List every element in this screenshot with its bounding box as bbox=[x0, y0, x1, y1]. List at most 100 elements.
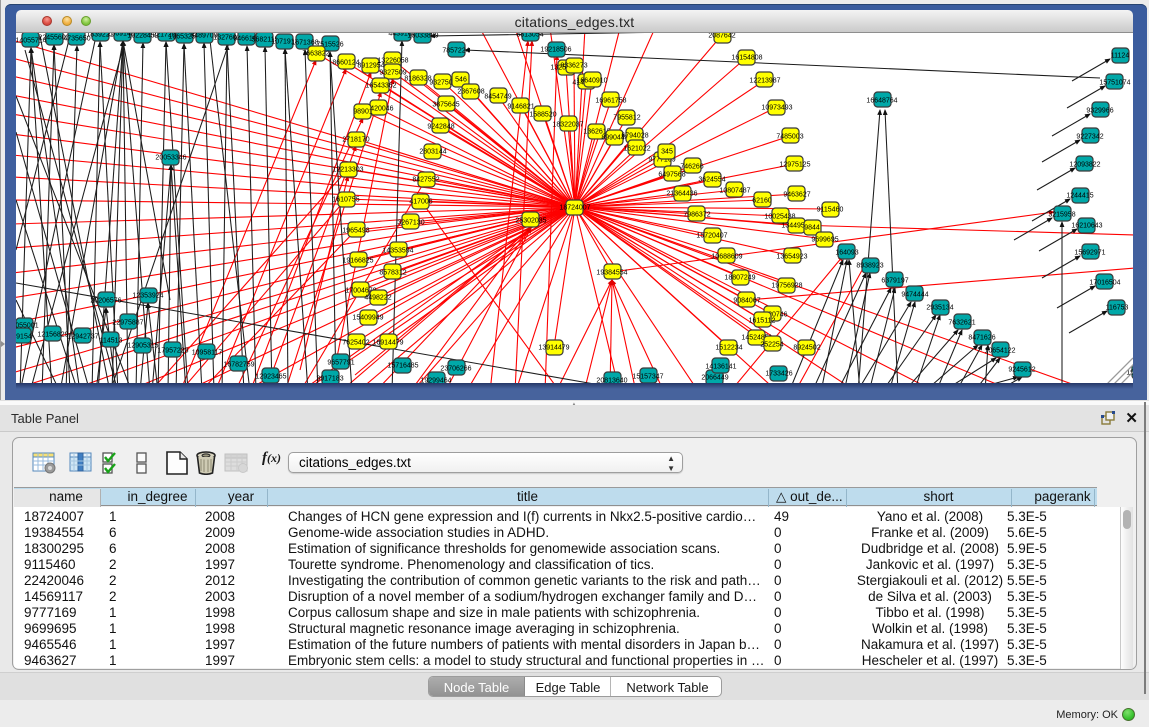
svg-text:19166825: 19166825 bbox=[342, 258, 373, 265]
svg-text:746266: 746266 bbox=[680, 164, 703, 171]
svg-text:16782759: 16782759 bbox=[223, 362, 254, 369]
svg-text:12213987: 12213987 bbox=[749, 78, 780, 85]
svg-text:1610755: 1610755 bbox=[332, 197, 359, 204]
svg-text:9474444: 9474444 bbox=[901, 292, 928, 299]
svg-text:16648764: 16648764 bbox=[866, 98, 897, 105]
svg-text:9245612: 9245612 bbox=[1008, 367, 1035, 374]
svg-text:7625402: 7625402 bbox=[342, 340, 369, 347]
svg-text:6379197: 6379197 bbox=[881, 278, 908, 285]
svg-text:1615112: 1615112 bbox=[749, 318, 776, 325]
svg-text:9084067: 9084067 bbox=[733, 298, 760, 305]
svg-text:8938923: 8938923 bbox=[856, 263, 883, 270]
svg-text:8471626: 8471626 bbox=[968, 335, 995, 342]
svg-text:12156829: 12156829 bbox=[37, 332, 68, 339]
svg-text:16640910: 16640910 bbox=[576, 78, 607, 85]
svg-text:15157347: 15157347 bbox=[632, 374, 663, 381]
svg-text:345: 345 bbox=[661, 149, 673, 156]
svg-text:9146821: 9146821 bbox=[507, 104, 534, 111]
svg-text:7632621: 7632621 bbox=[948, 320, 975, 327]
svg-text:10807487: 10807487 bbox=[719, 188, 750, 195]
svg-text:7857224: 7857224 bbox=[442, 48, 469, 55]
svg-text:15716485: 15716485 bbox=[387, 363, 418, 370]
svg-text:8427552: 8427552 bbox=[412, 177, 439, 184]
svg-text:2087642: 2087642 bbox=[708, 33, 735, 40]
svg-text:12942737: 12942737 bbox=[67, 334, 98, 341]
svg-text:8660124: 8660124 bbox=[332, 60, 359, 67]
svg-text:21364436: 21364436 bbox=[666, 191, 697, 198]
svg-text:12923465: 12923465 bbox=[255, 374, 286, 381]
svg-text:12213303: 12213303 bbox=[332, 167, 363, 174]
svg-text:114513: 114513 bbox=[100, 338, 123, 345]
svg-text:7955812: 7955812 bbox=[613, 115, 640, 122]
svg-text:1965498: 1965498 bbox=[342, 228, 369, 235]
svg-text:18322037: 18322037 bbox=[552, 122, 583, 129]
svg-text:17016504: 17016504 bbox=[1089, 280, 1120, 287]
svg-text:14136141: 14136141 bbox=[705, 364, 736, 371]
svg-text:8454749: 8454749 bbox=[484, 94, 511, 101]
svg-text:13654923: 13654923 bbox=[776, 254, 807, 261]
svg-text:12093822: 12093822 bbox=[1069, 162, 1100, 169]
svg-text:22975887: 22975887 bbox=[112, 320, 143, 327]
svg-text:16961758: 16961758 bbox=[595, 98, 626, 105]
svg-text:6497568: 6497568 bbox=[658, 172, 685, 179]
svg-text:16543362: 16543362 bbox=[365, 83, 396, 90]
svg-text:25302035: 25302035 bbox=[515, 218, 546, 225]
svg-text:19218506: 19218506 bbox=[540, 47, 571, 54]
svg-text:8336273: 8336273 bbox=[560, 63, 587, 70]
svg-text:546: 546 bbox=[455, 77, 467, 84]
svg-text:8924502: 8924502 bbox=[793, 345, 820, 352]
svg-text:10958117: 10958117 bbox=[192, 350, 223, 357]
svg-text:7986372: 7986372 bbox=[683, 212, 710, 219]
svg-text:20053346: 20053346 bbox=[155, 155, 186, 162]
svg-text:16914479: 16914479 bbox=[372, 340, 403, 347]
svg-text:3215958: 3215958 bbox=[1048, 212, 1075, 219]
svg-text:16033809: 16033809 bbox=[407, 33, 438, 40]
svg-text:7485003: 7485003 bbox=[776, 134, 803, 141]
svg-text:1512234: 1512234 bbox=[715, 345, 742, 352]
svg-text:2935134: 2935134 bbox=[926, 305, 953, 312]
svg-text:1621022: 1621022 bbox=[623, 146, 650, 153]
svg-text:9463627: 9463627 bbox=[783, 192, 810, 199]
svg-text:12975125: 12975125 bbox=[779, 162, 810, 169]
svg-text:7663822: 7663822 bbox=[302, 51, 329, 58]
svg-text:3624554: 3624554 bbox=[698, 177, 725, 184]
svg-text:9329966: 9329966 bbox=[1086, 108, 1113, 115]
svg-text:19384554: 19384554 bbox=[596, 270, 627, 277]
svg-text:23706266: 23706266 bbox=[440, 366, 471, 373]
svg-text:417006: 417006 bbox=[409, 199, 432, 206]
svg-text:164093: 164093 bbox=[835, 250, 858, 257]
svg-text:19756928: 19756928 bbox=[771, 283, 802, 290]
svg-text:20206576: 20206576 bbox=[90, 298, 121, 305]
svg-text:9657791: 9657791 bbox=[327, 360, 354, 367]
svg-text:39154: 39154 bbox=[16, 334, 32, 341]
svg-text:62160: 62160 bbox=[752, 198, 772, 205]
svg-text:6794028: 6794028 bbox=[621, 133, 648, 140]
svg-text:9844: 9844 bbox=[804, 225, 820, 232]
svg-text:9115460: 9115460 bbox=[817, 207, 844, 214]
svg-text:2367608: 2367608 bbox=[457, 89, 484, 96]
svg-text:8186328: 8186328 bbox=[404, 76, 431, 83]
svg-text:3875645: 3875645 bbox=[432, 102, 459, 109]
svg-text:9327509: 9327509 bbox=[379, 70, 406, 77]
svg-text:8578312: 8578312 bbox=[379, 270, 406, 277]
svg-text:12905315: 12905315 bbox=[127, 343, 158, 350]
svg-text:2066449: 2066449 bbox=[701, 375, 728, 382]
svg-text:1588520: 1588520 bbox=[529, 112, 556, 119]
svg-text:12353924: 12353924 bbox=[132, 293, 163, 300]
svg-text:3917183: 3917183 bbox=[316, 376, 343, 383]
svg-text:18724007: 18724007 bbox=[559, 205, 590, 212]
svg-text:17957223: 17957223 bbox=[157, 348, 188, 355]
svg-text:14353594: 14353594 bbox=[382, 248, 413, 255]
svg-text:13914479: 13914479 bbox=[538, 345, 569, 352]
svg-text:2803144: 2803144 bbox=[419, 149, 446, 156]
svg-text:9699695: 9699695 bbox=[811, 237, 838, 244]
svg-text:9227342: 9227342 bbox=[1076, 134, 1103, 141]
svg-text:10654122: 10654122 bbox=[984, 348, 1015, 355]
svg-text:252254: 252254 bbox=[760, 342, 783, 349]
svg-text:18807249: 18807249 bbox=[724, 275, 755, 282]
svg-text:15720407: 15720407 bbox=[696, 233, 727, 240]
svg-text:16154808: 16154808 bbox=[731, 55, 762, 62]
svg-text:10973493: 10973493 bbox=[761, 105, 792, 112]
svg-text:10688609: 10688609 bbox=[711, 254, 742, 261]
svg-text:4498222: 4498222 bbox=[364, 295, 391, 302]
